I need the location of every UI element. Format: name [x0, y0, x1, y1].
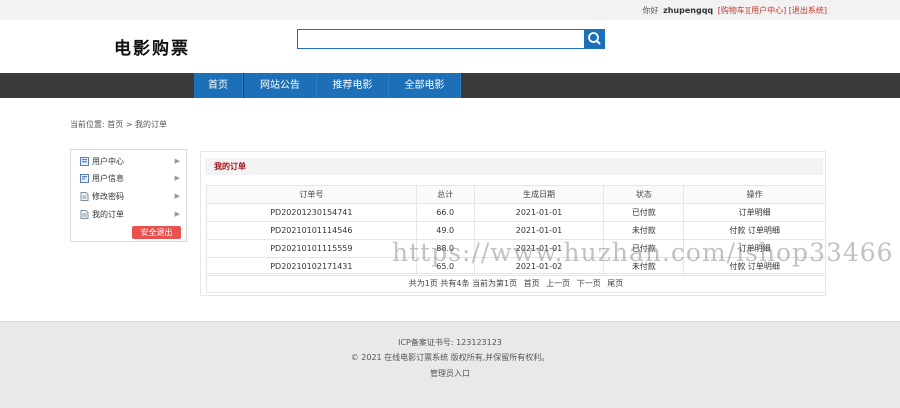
order-action-link[interactable]: 订单明细 [683, 203, 826, 222]
panel-title: 我的订单 [214, 162, 246, 171]
orders-panel: 我的订单 订单号 总计 生成日期 状态 操作 PD20201230154741 … [200, 151, 826, 296]
logout-button[interactable]: 安全退出 [132, 226, 181, 239]
order-id: PD20210101114546 [206, 221, 417, 240]
breadcrumb-current: 我的订单 [135, 120, 168, 129]
sidebar-item-user-center[interactable]: 用户中心 ▶ [80, 154, 184, 169]
order-action-link[interactable]: 付款 订单明细 [683, 221, 826, 240]
sidebar-item-label: 用户中心 [92, 157, 124, 166]
chevron-right-icon: ▶ [174, 210, 180, 218]
user-center-link[interactable]: [用户中心] [748, 6, 786, 15]
pagination-summary: 共为1页 共有4条 当前为第1页 [408, 279, 518, 288]
logout-link[interactable]: [退出系统] [789, 6, 827, 15]
breadcrumb-separator: > [125, 120, 133, 129]
nav-announcements[interactable]: 网站公告 [244, 73, 317, 98]
username: zhupengqq [663, 6, 714, 15]
column-header: 订单号 [206, 185, 417, 204]
prev-page-link[interactable]: 上一页 [546, 279, 570, 288]
panel-header: 我的订单 [205, 158, 823, 175]
column-header: 操作 [683, 185, 826, 204]
breadcrumb-home[interactable]: 首页 [107, 120, 123, 129]
main-nav: 首页 网站公告 推荐电影 全部电影 [0, 73, 900, 98]
order-date: 2021-01-01 [473, 203, 605, 222]
admin-entry-link[interactable]: 管理员入口 [0, 368, 900, 379]
sidebar-item-label: 我的订单 [92, 210, 124, 219]
column-header: 状态 [603, 185, 685, 204]
order-status: 未付款 [603, 221, 685, 240]
breadcrumb: 当前位置: 首页 > 我的订单 [70, 119, 167, 130]
order-id: PD20201230154741 [206, 203, 417, 222]
column-header: 生成日期 [473, 185, 605, 204]
nav-all-movies[interactable]: 全部电影 [389, 73, 461, 98]
user-center-icon [80, 157, 89, 166]
sidebar-item-user-info[interactable]: 用户信息 ▶ [80, 171, 184, 186]
nav-home[interactable]: 首页 [194, 73, 243, 98]
order-total: 49.0 [415, 221, 475, 240]
table-header-row: 订单号 总计 生成日期 状态 操作 [206, 185, 826, 204]
nav-recommended-movies[interactable]: 推荐电影 [317, 73, 389, 98]
user-info-icon [80, 174, 89, 183]
sidebar-item-change-password[interactable]: 修改密码 ▶ [80, 189, 184, 204]
chevron-right-icon: ▶ [174, 157, 180, 165]
password-icon [80, 192, 89, 201]
sidebar-item-my-orders[interactable]: 我的订单 ▶ [80, 207, 184, 222]
cart-link[interactable]: [购物车] [718, 6, 748, 15]
next-page-link[interactable]: 下一页 [577, 279, 601, 288]
sidebar-item-label: 修改密码 [92, 192, 124, 201]
greeting-text: 你好 [642, 6, 659, 15]
orders-icon [80, 210, 89, 219]
chevron-right-icon: ▶ [174, 174, 180, 182]
copyright-text: © 2021 在线电影订票系统 版权所有,并保留所有权利。 [350, 353, 550, 362]
column-header: 总计 [415, 185, 475, 204]
search-icon [588, 32, 601, 45]
top-bar: 你好 zhupengqq [购物车][用户中心] [退出系统] [0, 0, 900, 20]
search-button[interactable] [584, 29, 605, 49]
search-input[interactable] [297, 29, 585, 49]
table-row: PD20201230154741 66.0 2021-01-01 已付款 订单明… [206, 203, 826, 222]
order-date: 2021-01-01 [473, 221, 605, 240]
footer: ICP备案证书号: 123123123 © 2021 在线电影订票系统 版权所有… [0, 321, 900, 408]
watermark: https://www.huzhan.com/ishop33466 [392, 238, 894, 267]
table-row: PD20210101114546 49.0 2021-01-01 未付款 付款 … [206, 221, 826, 240]
icp-text: ICP备案证书号: 123123123 [398, 338, 502, 347]
order-id: PD20210101115559 [206, 239, 417, 258]
sidebar: 用户中心 ▶ 用户信息 ▶ 修改密码 ▶ 我的订单 ▶ 安全退出 [70, 149, 187, 242]
chevron-right-icon: ▶ [174, 192, 180, 200]
sidebar-item-label: 用户信息 [92, 174, 124, 183]
last-page-link[interactable]: 尾页 [607, 279, 623, 288]
first-page-link[interactable]: 首页 [524, 279, 540, 288]
order-status: 已付款 [603, 203, 685, 222]
pagination: 共为1页 共有4条 当前为第1页 首页 上一页 下一页 尾页 [206, 273, 826, 293]
order-total: 66.0 [415, 203, 475, 222]
breadcrumb-prefix: 当前位置: [70, 120, 105, 129]
site-logo[interactable]: 电影购票 [114, 34, 190, 59]
user-info: 你好 zhupengqq [购物车][用户中心] [退出系统] [643, 5, 827, 16]
